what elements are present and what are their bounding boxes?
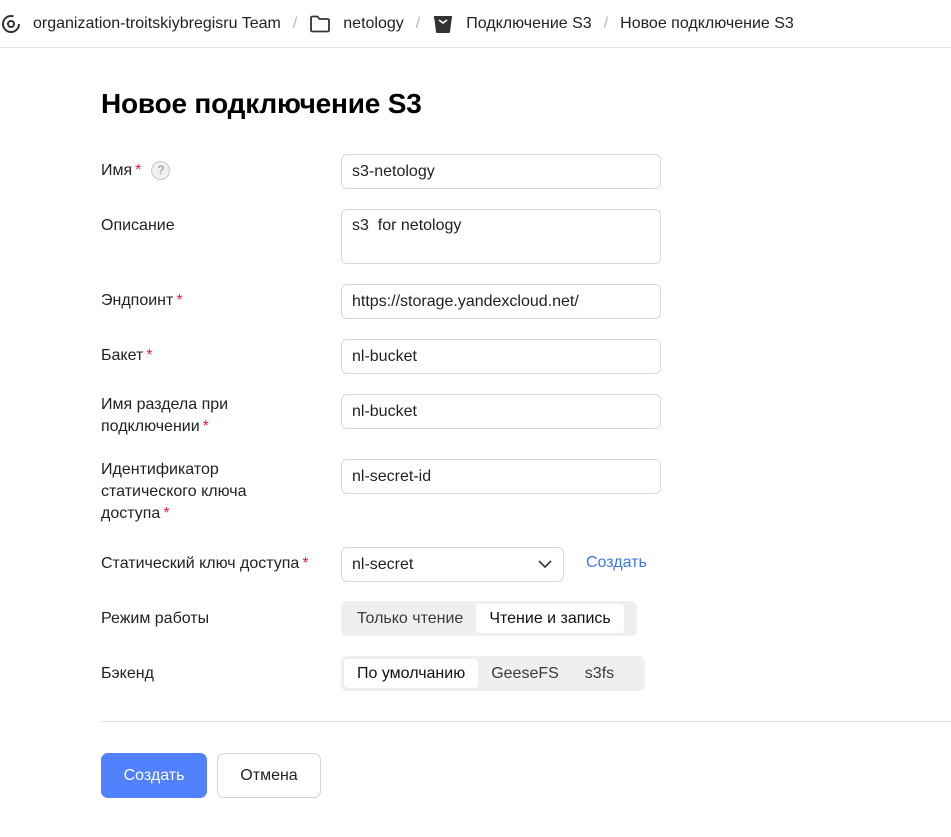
chevron-down-icon [537, 556, 553, 574]
name-input[interactable] [341, 154, 661, 189]
mount-name-label-line1: Имя раздела при [101, 396, 229, 413]
required-mark: * [202, 418, 209, 435]
description-textarea[interactable]: s3 for netology [341, 209, 661, 264]
static-key-id-label-line2: статического ключа [101, 483, 247, 500]
required-mark: * [176, 292, 183, 309]
endpoint-input[interactable] [341, 284, 661, 319]
name-label-text: Имя [101, 162, 133, 179]
breadcrumb-organization-label: organization-troitskiybregisru Team [33, 14, 281, 32]
bucket-label: Бакет * [101, 345, 331, 367]
mode-label: Режим работы [101, 610, 210, 627]
page-title: Новое подключение S3 [101, 88, 422, 119]
bucket-icon [432, 14, 454, 34]
breadcrumb-connection-type[interactable]: Подключение S3 [432, 14, 592, 34]
static-key-label: Статический ключ доступа * [101, 553, 331, 575]
breadcrumb-connection-type-label: Подключение S3 [466, 14, 592, 32]
backend-label: Бэкенд [101, 665, 154, 682]
required-mark: * [163, 505, 170, 522]
breadcrumb-current: Новое подключение S3 [620, 15, 794, 33]
endpoint-label: Эндпоинт * [101, 290, 331, 312]
static-key-id-input[interactable] [341, 459, 661, 494]
breadcrumb-separator: / [603, 14, 609, 32]
endpoint-label-text: Эндпоинт [101, 292, 174, 309]
cancel-button[interactable]: Отмена [217, 753, 321, 798]
static-key-id-label: Идентификатор статического ключа доступа… [101, 459, 331, 525]
required-mark: * [146, 347, 153, 364]
static-key-selected-value: nl-secret [352, 555, 414, 573]
bucket-input[interactable] [341, 339, 661, 374]
required-mark: * [135, 162, 142, 179]
static-key-id-label-line1: Идентификатор [101, 461, 219, 478]
question-icon[interactable]: ? [151, 160, 171, 180]
breadcrumb-separator: / [292, 14, 298, 32]
create-static-key-link[interactable]: Создать [586, 554, 647, 572]
backend-segmented-control: По умолчанию GeeseFS s3fs [341, 656, 645, 691]
breadcrumb-folder[interactable]: netology [309, 15, 404, 33]
folder-icon [309, 15, 331, 33]
mount-name-input[interactable] [341, 394, 661, 429]
organization-icon [1, 14, 21, 34]
breadcrumb-current-label: Новое подключение S3 [620, 14, 794, 32]
create-button[interactable]: Создать [101, 753, 207, 798]
mode-segmented-control: Только чтение Чтение и запись [341, 601, 637, 636]
static-key-label-text: Статический ключ доступа [101, 555, 300, 572]
breadcrumb-separator: / [415, 14, 421, 32]
backend-option-default[interactable]: По умолчанию [344, 659, 479, 688]
mode-option-read-write[interactable]: Чтение и запись [476, 604, 624, 633]
description-label: Описание [101, 217, 175, 234]
backend-option-s3fs[interactable]: s3fs [572, 659, 627, 688]
divider [101, 721, 951, 722]
breadcrumb-folder-label: netology [343, 14, 404, 32]
mode-option-read-only[interactable]: Только чтение [344, 604, 476, 633]
name-label: Имя *? [101, 160, 331, 182]
mount-name-label: Имя раздела при подключении * [101, 394, 331, 438]
breadcrumb: organization-troitskiybregisru Team / ne… [0, 0, 951, 48]
mount-name-label-line2: подключении [101, 418, 200, 435]
breadcrumb-organization[interactable]: organization-troitskiybregisru Team [1, 14, 281, 34]
bucket-label-text: Бакет [101, 347, 144, 364]
required-mark: * [302, 555, 309, 572]
static-key-select[interactable]: nl-secret [341, 547, 564, 582]
static-key-id-label-line3: доступа [101, 505, 161, 522]
backend-option-geesefs[interactable]: GeeseFS [478, 659, 572, 688]
